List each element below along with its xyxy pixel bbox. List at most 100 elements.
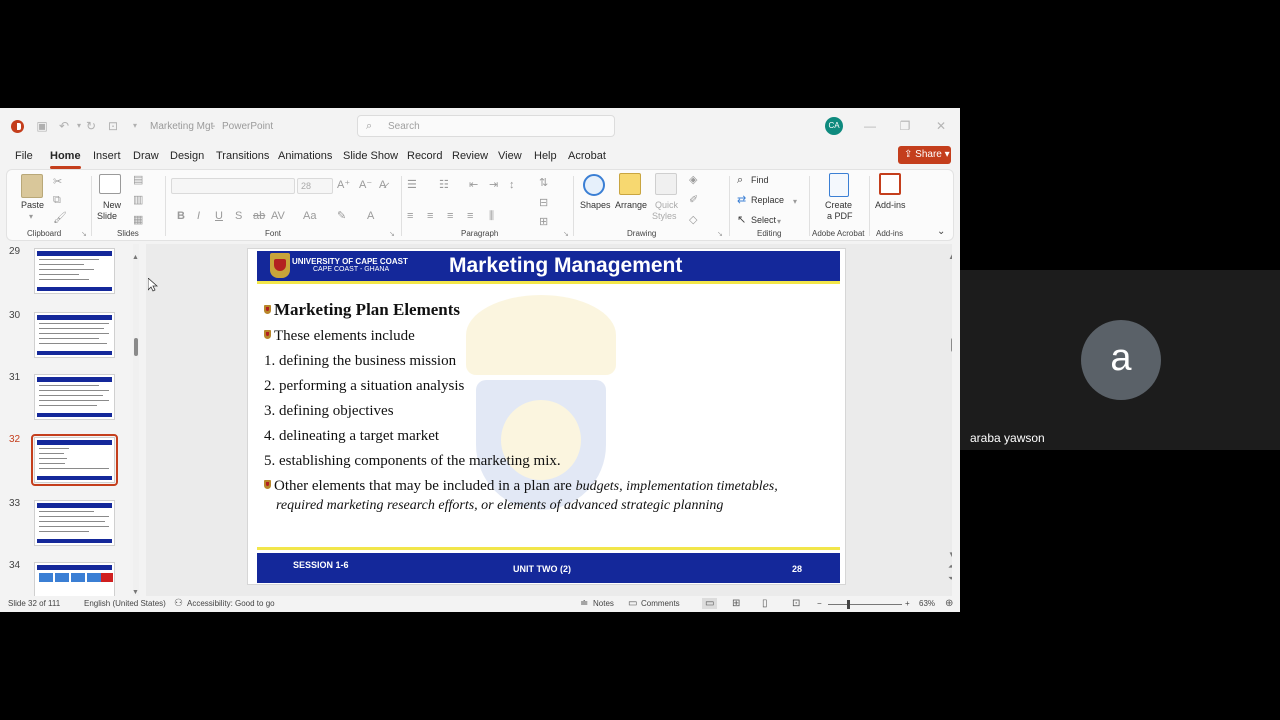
tab-view[interactable]: View [498,150,522,162]
accessibility-status[interactable]: Accessibility: Good to go [187,599,275,608]
shape-fill-icon[interactable]: ◈ [689,174,697,186]
tab-acrobat[interactable]: Acrobat [568,150,606,162]
language-indicator[interactable]: English (United States) [84,599,166,608]
create-pdf-label-2[interactable]: a PDF [827,211,853,221]
comments-icon[interactable]: ▭ [628,598,637,609]
add-ins-icon[interactable] [879,173,901,195]
shape-effects-icon[interactable]: ◇ [689,214,697,226]
create-pdf-icon[interactable] [829,173,849,197]
columns-icon[interactable]: ⫼ [489,210,494,222]
layout-icon[interactable]: ▤ [133,174,143,186]
format-painter-icon[interactable]: 🖌 [53,212,67,224]
tab-slide-show[interactable]: Slide Show [343,150,398,162]
scroll-down-icon[interactable]: ▼ [132,587,139,596]
autosave-icon[interactable]: ▣ [35,119,49,133]
select-label[interactable]: Select [751,215,776,225]
thumbnail-slide[interactable] [34,312,115,358]
redo-icon[interactable]: ↻ [84,119,98,133]
drawing-launcher-icon[interactable]: ↘ [717,229,723,241]
undo-icon[interactable]: ↶ [57,119,71,133]
font-size-box[interactable]: 28 [297,178,333,194]
tab-file[interactable]: File [15,150,33,162]
clipboard-launcher-icon[interactable]: ↘ [81,229,87,241]
increase-indent-icon[interactable]: ⇥ [489,179,498,191]
cut-icon[interactable]: ✂ [53,176,62,188]
text-direction-icon[interactable]: ⇅ [539,177,548,189]
new-slide-label[interactable]: New [103,200,121,210]
thumbnail-slide[interactable] [34,562,115,596]
shapes-icon[interactable] [583,174,605,196]
increase-font-icon[interactable]: A⁺ [337,179,350,191]
select-dropdown-icon[interactable]: ▾ [777,216,781,228]
next-slide-icon[interactable]: ⏷ [948,574,952,584]
font-color-icon[interactable]: A [367,210,374,222]
close-icon[interactable]: ✕ [933,118,949,134]
new-slide-icon[interactable] [99,174,121,194]
zoom-out-icon[interactable]: − [817,599,822,608]
paste-label[interactable]: Paste [21,200,44,210]
thumbnail-slide-selected[interactable] [34,437,115,483]
reset-icon[interactable]: ▥ [133,194,143,206]
tab-transitions[interactable]: Transitions [216,150,269,162]
paragraph-launcher-icon[interactable]: ↘ [563,229,569,241]
numbering-icon[interactable]: ☷ [439,179,449,191]
italic-icon[interactable]: I [197,210,200,222]
decrease-font-icon[interactable]: A⁻ [359,179,372,191]
shape-outline-icon[interactable]: ✐ [689,194,698,206]
font-launcher-icon[interactable]: ↘ [389,229,395,241]
arrange-label[interactable]: Arrange [615,200,647,210]
shadow-icon[interactable]: S [235,210,242,222]
change-case-icon[interactable]: Aa [303,210,316,222]
find-label[interactable]: Find [751,175,769,185]
canvas-scroll-down-icon[interactable]: ▼ [948,550,952,559]
zoom-level[interactable]: 63% [919,599,935,608]
decrease-indent-icon[interactable]: ⇤ [469,179,478,191]
select-icon[interactable]: ↖ [737,214,746,226]
accessibility-icon[interactable]: ⚇ [174,598,183,609]
align-text-icon[interactable]: ⊟ [539,197,548,209]
shapes-label[interactable]: Shapes [580,200,611,210]
quick-styles-icon[interactable] [655,173,677,195]
highlight-icon[interactable]: ✎ [337,210,346,222]
justify-icon[interactable]: ≡ [467,210,473,222]
new-slide-label-2[interactable]: Slide [97,211,117,221]
share-button[interactable]: ⇪ Share ▾ [898,146,951,164]
tab-review[interactable]: Review [452,150,488,162]
tab-help[interactable]: Help [534,150,557,162]
add-ins-label[interactable]: Add-ins [875,200,906,210]
canvas-scroll-thumb[interactable] [951,338,952,352]
zoom-slider-track[interactable] [828,604,902,605]
create-pdf-label[interactable]: Create [825,200,852,210]
participant-tile[interactable]: a araba yawson [960,270,1280,450]
normal-view-icon[interactable]: ▭ [702,598,718,609]
char-spacing-icon[interactable]: AV [271,210,285,222]
line-spacing-icon[interactable]: ↕ [509,179,515,191]
zoom-in-icon[interactable]: + [905,599,910,608]
align-center-icon[interactable]: ≡ [427,210,433,222]
present-icon[interactable]: ⊡ [106,119,120,133]
quick-styles-label-2[interactable]: Styles [652,211,677,221]
smartart-icon[interactable]: ⊞ [539,216,548,228]
paste-icon[interactable] [21,174,43,198]
minimize-icon[interactable]: — [862,118,878,134]
clear-formatting-icon[interactable]: A̷ [379,179,386,191]
restore-icon[interactable]: ❐ [897,118,913,134]
bold-icon[interactable]: B [177,210,185,222]
canvas-scroll-up-icon[interactable]: ▲ [948,252,952,261]
quick-styles-label[interactable]: Quick [655,200,678,210]
fit-to-window-icon[interactable]: ⊕ [945,598,953,609]
replace-icon[interactable]: ⇄ [737,194,746,206]
notes-icon[interactable]: ≐ [580,598,588,609]
scroll-up-icon[interactable]: ▲ [132,252,139,264]
customize-toolbar-icon[interactable]: ▾ [128,119,142,133]
bullets-icon[interactable]: ☰ [407,179,417,191]
arrange-icon[interactable] [619,173,641,195]
font-name-box[interactable] [171,178,295,194]
strikethrough-icon[interactable]: ab [253,210,265,222]
replace-label[interactable]: Replace [751,195,784,205]
search-box[interactable]: ⌕ Search [357,115,615,137]
replace-dropdown-icon[interactable]: ▾ [793,196,797,208]
section-icon[interactable]: ▦ [133,214,143,226]
thumbnail-slide[interactable] [34,248,115,294]
copy-icon[interactable]: ⧉ [53,194,61,206]
